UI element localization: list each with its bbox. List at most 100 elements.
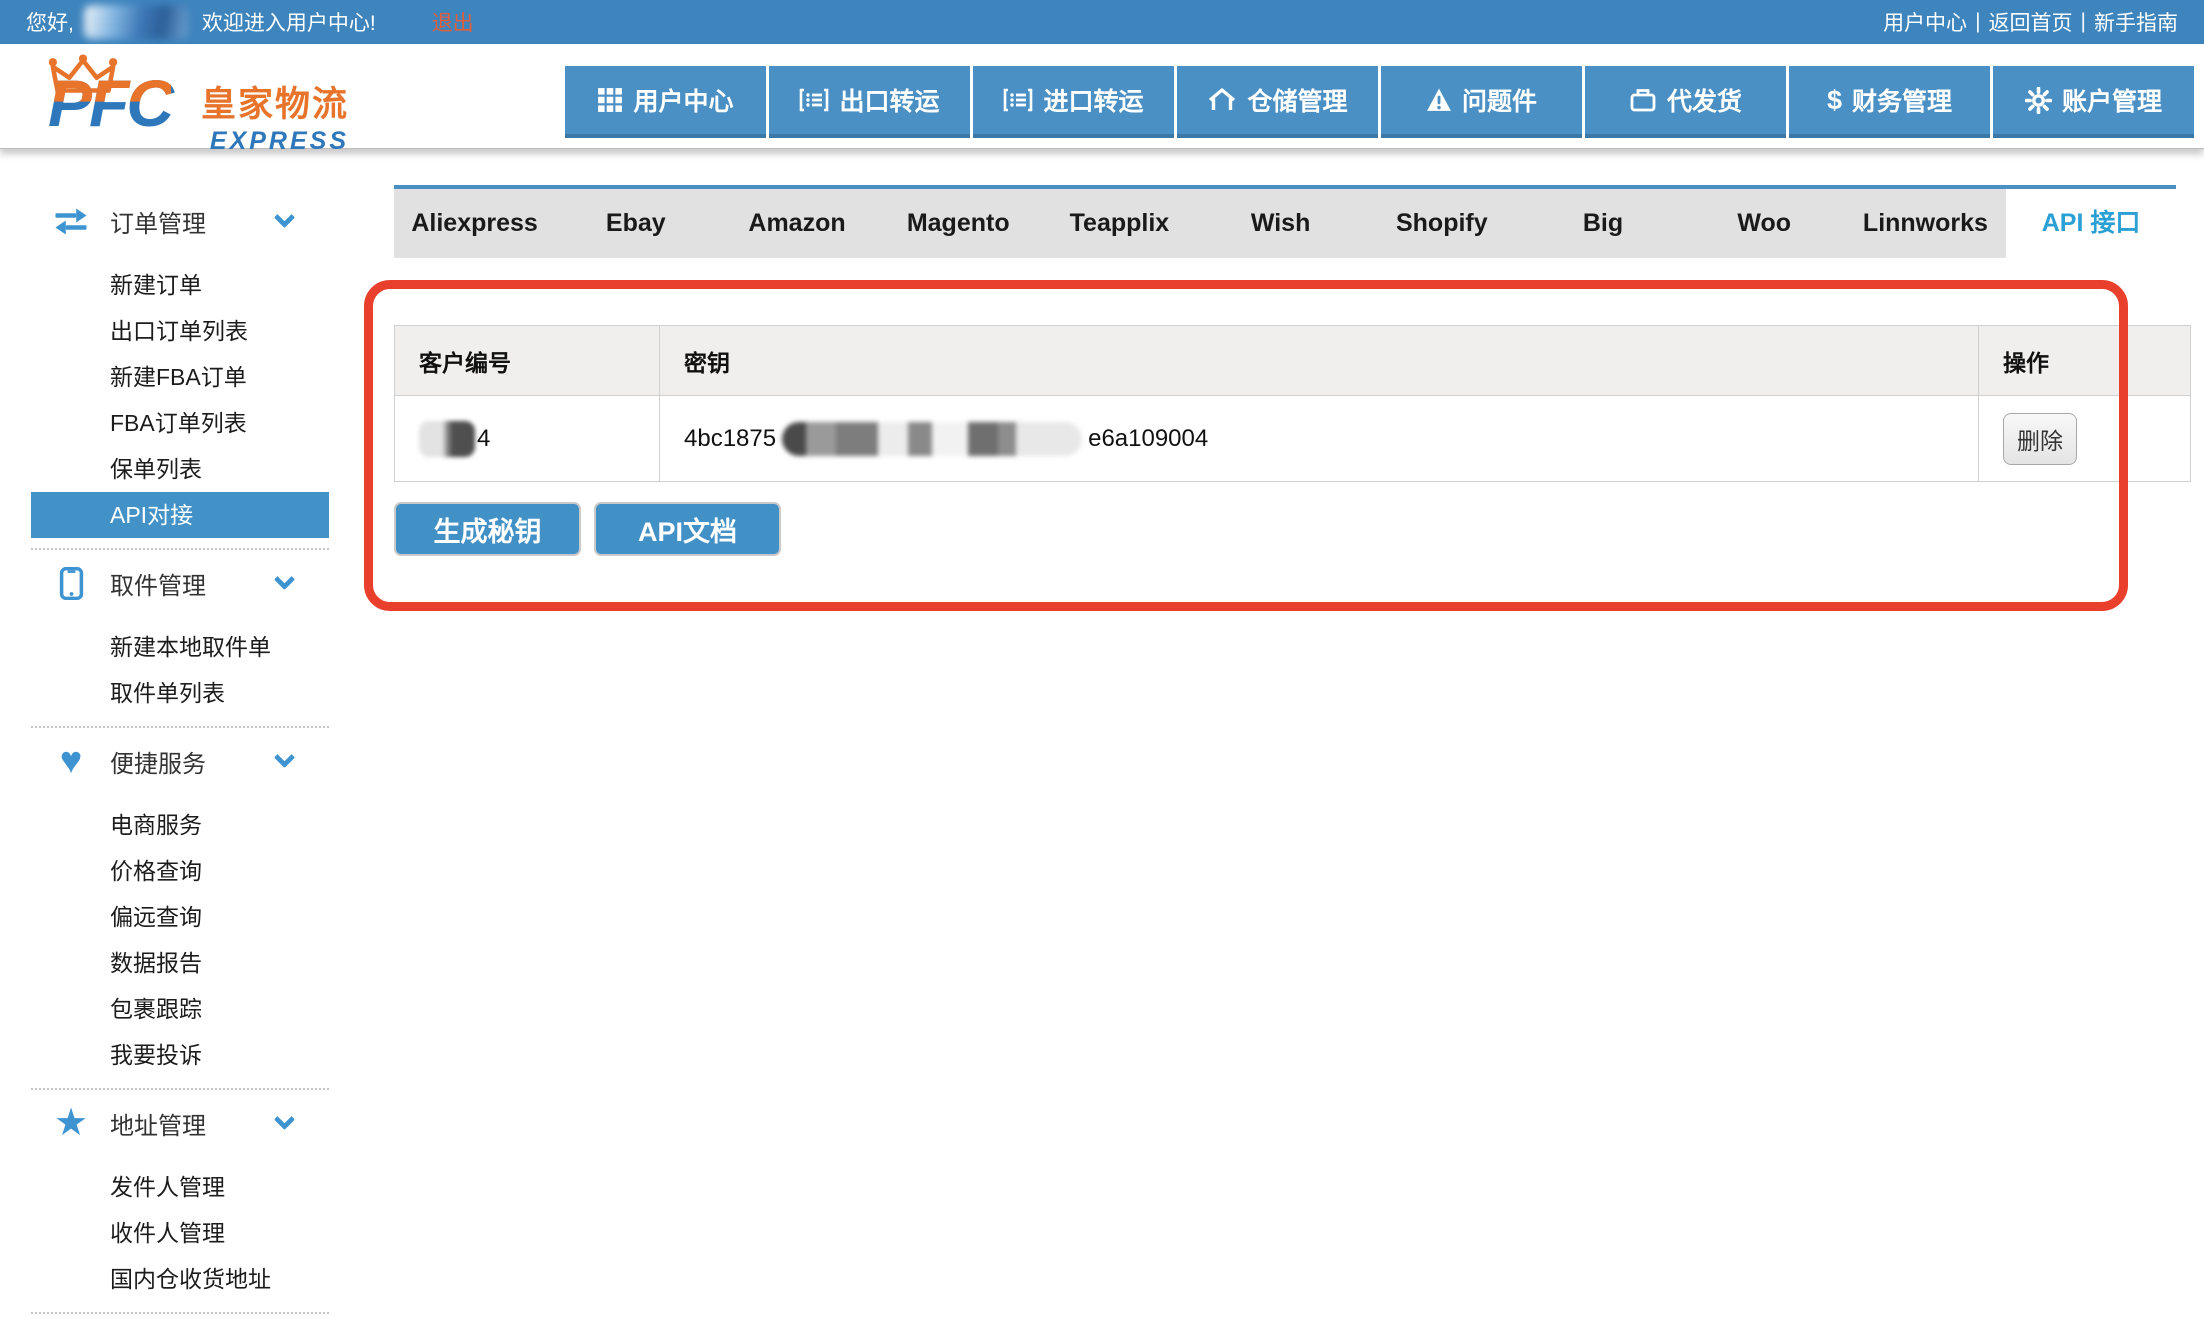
tab-aliexpress[interactable]: Aliexpress bbox=[394, 189, 555, 258]
sidebar-item[interactable]: 新建FBA订单 bbox=[0, 354, 330, 400]
generate-key-button[interactable]: 生成秘钥 bbox=[394, 502, 581, 556]
redacted-username bbox=[84, 5, 188, 39]
sidebar-section-title: 地址管理 bbox=[110, 1106, 206, 1141]
nav-item-6[interactable]: 代发货 bbox=[1585, 66, 1786, 138]
nav-item-label: 账户管理 bbox=[2062, 82, 2162, 118]
sidebar-item[interactable]: 电商服务 bbox=[0, 802, 330, 848]
col-secret-key: 密钥 bbox=[660, 326, 1979, 396]
sidebar-item[interactable]: 包裹跟踪 bbox=[0, 986, 330, 1032]
chevron-down-icon bbox=[274, 1109, 295, 1130]
gear-icon bbox=[2025, 87, 2052, 114]
warehouse-icon bbox=[1207, 87, 1237, 113]
sidebar-item[interactable]: 数据报告 bbox=[0, 940, 330, 986]
nav-item-label: 进口转运 bbox=[1043, 82, 1143, 118]
nav-item-label: 问题件 bbox=[1462, 82, 1537, 118]
sidebar-item[interactable]: 收件人管理 bbox=[0, 1210, 330, 1256]
sidebar-item[interactable]: 新建订单 bbox=[0, 262, 330, 308]
tab-woo[interactable]: Woo bbox=[1684, 189, 1845, 258]
tab-shopify[interactable]: Shopify bbox=[1361, 189, 1522, 258]
export-list-icon bbox=[799, 88, 829, 112]
nav-item-2[interactable]: 出口转运 bbox=[769, 66, 970, 138]
link-separator: | bbox=[1975, 10, 1980, 34]
sidebar-item[interactable]: 国内仓收货地址 bbox=[0, 1256, 330, 1302]
table-row: 4 4bc1875 e6a109004 删除 bbox=[395, 396, 2191, 482]
delete-button[interactable]: 删除 bbox=[2003, 413, 2077, 465]
topbar: 您好, 欢迎进入用户中心! 退出 用户中心|返回首页|新手指南 bbox=[0, 0, 2204, 44]
tab-wish[interactable]: Wish bbox=[1200, 189, 1361, 258]
sidebar-item[interactable]: 价格查询 bbox=[0, 848, 330, 894]
link-separator: | bbox=[2081, 10, 2086, 34]
key-suffix: e6a109004 bbox=[1088, 425, 1208, 453]
chevron-down-icon bbox=[274, 207, 295, 228]
sidebar-section-title: 便捷服务 bbox=[110, 744, 206, 779]
sidebar-item[interactable]: API对接 bbox=[31, 492, 329, 538]
nav-item-5[interactable]: 问题件 bbox=[1381, 66, 1582, 138]
sidebar-item[interactable]: 保单列表 bbox=[0, 446, 330, 492]
logo-acronym: PFC PFC bbox=[48, 70, 171, 136]
sidebar-section-title: 取件管理 bbox=[110, 566, 206, 601]
topbar-link-2[interactable]: 返回首页 bbox=[1989, 7, 2073, 37]
sidebar-item[interactable]: 发件人管理 bbox=[0, 1164, 330, 1210]
redacted-customer-number bbox=[419, 421, 475, 457]
logout-link[interactable]: 退出 bbox=[432, 7, 474, 37]
nav-item-label: 仓储管理 bbox=[1247, 82, 1347, 118]
api-doc-button[interactable]: API文档 bbox=[594, 502, 781, 556]
redacted-key-middle bbox=[782, 422, 1082, 456]
logo-name-en: EXPRESS bbox=[210, 127, 349, 156]
sidebar-separator bbox=[31, 726, 329, 728]
tab-linnworks[interactable]: Linnworks bbox=[1845, 189, 2006, 258]
nav-item-label: 财务管理 bbox=[1852, 82, 1952, 118]
tab-ebay[interactable]: Ebay bbox=[555, 189, 716, 258]
sidebar-item[interactable]: 偏远查询 bbox=[0, 894, 330, 940]
sidebar-section-header-1[interactable]: 订单管理 bbox=[0, 198, 330, 244]
nav-item-3[interactable]: 进口转运 bbox=[973, 66, 1174, 138]
col-customer-number: 客户编号 bbox=[395, 326, 660, 396]
nav-item-4[interactable]: 仓储管理 bbox=[1177, 66, 1378, 138]
sidebar-separator bbox=[31, 1312, 329, 1314]
panel-buttons: 生成秘钥 API文档 bbox=[394, 502, 781, 556]
phone-icon bbox=[50, 567, 92, 600]
nav-item-label: 出口转运 bbox=[839, 82, 939, 118]
key-prefix: 4bc1875 bbox=[684, 425, 776, 453]
content-tabs: AliexpressEbayAmazonMagentoTeapplixWishS… bbox=[394, 185, 2176, 258]
sidebar-item[interactable]: FBA订单列表 bbox=[0, 400, 330, 446]
sidebar-section-header-3[interactable]: ♥ 便捷服务 bbox=[0, 738, 330, 784]
nav-item-8[interactable]: 账户管理 bbox=[1993, 66, 2194, 138]
table-header-row: 客户编号 密钥 操作 bbox=[395, 326, 2191, 396]
nav-item-label: 代发货 bbox=[1667, 82, 1742, 118]
topbar-links: 用户中心 | 返回首页 | 新手指南 bbox=[1883, 7, 2178, 37]
tab-teapplix[interactable]: Teapplix bbox=[1039, 189, 1200, 258]
sidebar-section-header-4[interactable]: ★ 地址管理 bbox=[0, 1100, 330, 1146]
tab-magento[interactable]: Magento bbox=[878, 189, 1039, 258]
col-action: 操作 bbox=[1979, 326, 2191, 396]
tab-api-接口[interactable]: API 接口 bbox=[2006, 189, 2176, 258]
sidebar-item[interactable]: 取件单列表 bbox=[0, 670, 330, 716]
tab-amazon[interactable]: Amazon bbox=[716, 189, 877, 258]
nav-item-1[interactable]: 用户中心 bbox=[565, 66, 766, 138]
topbar-link-3[interactable]: 新手指南 bbox=[2094, 7, 2178, 37]
grid-icon bbox=[597, 87, 623, 113]
sidebar-item[interactable]: 新建本地取件单 bbox=[0, 624, 330, 670]
nav-item-7[interactable]: $ 财务管理 bbox=[1789, 66, 1990, 138]
topbar-link-1[interactable]: 用户中心 bbox=[1883, 7, 1967, 37]
customer-number-suffix: 4 bbox=[477, 425, 490, 453]
sidebar: 订单管理新建订单出口订单列表新建FBA订单FBA订单列表保单列表API对接取件管… bbox=[0, 149, 330, 1324]
sidebar-item[interactable]: 出口订单列表 bbox=[0, 308, 330, 354]
main-nav: 用户中心 出口转运 进口转运 仓储管理 问题件 代发货 $ 财务管理 账户管理 bbox=[565, 66, 2194, 138]
dollar-icon: $ bbox=[1827, 85, 1842, 116]
logo: PFC PFC 皇家物流 EXPRESS bbox=[38, 48, 368, 148]
chevron-down-icon bbox=[274, 569, 295, 590]
sidebar-section-header-2[interactable]: 取件管理 bbox=[0, 560, 330, 606]
chevron-down-icon bbox=[274, 747, 295, 768]
header: PFC PFC 皇家物流 EXPRESS 用户中心 出口转运 进口转运 仓储管理 问题件… bbox=[0, 44, 2204, 149]
greeting-text: 您好, bbox=[26, 7, 74, 37]
transfer-arrows-icon bbox=[50, 207, 92, 236]
sidebar-section-title: 订单管理 bbox=[110, 204, 206, 239]
nav-item-label: 用户中心 bbox=[633, 82, 733, 118]
star-icon: ★ bbox=[50, 1104, 92, 1142]
sidebar-separator bbox=[31, 1088, 329, 1090]
heart-icon: ♥ bbox=[50, 742, 92, 780]
dropship-box-icon bbox=[1629, 87, 1657, 113]
tab-big[interactable]: Big bbox=[1522, 189, 1683, 258]
sidebar-item[interactable]: 我要投诉 bbox=[0, 1032, 330, 1078]
